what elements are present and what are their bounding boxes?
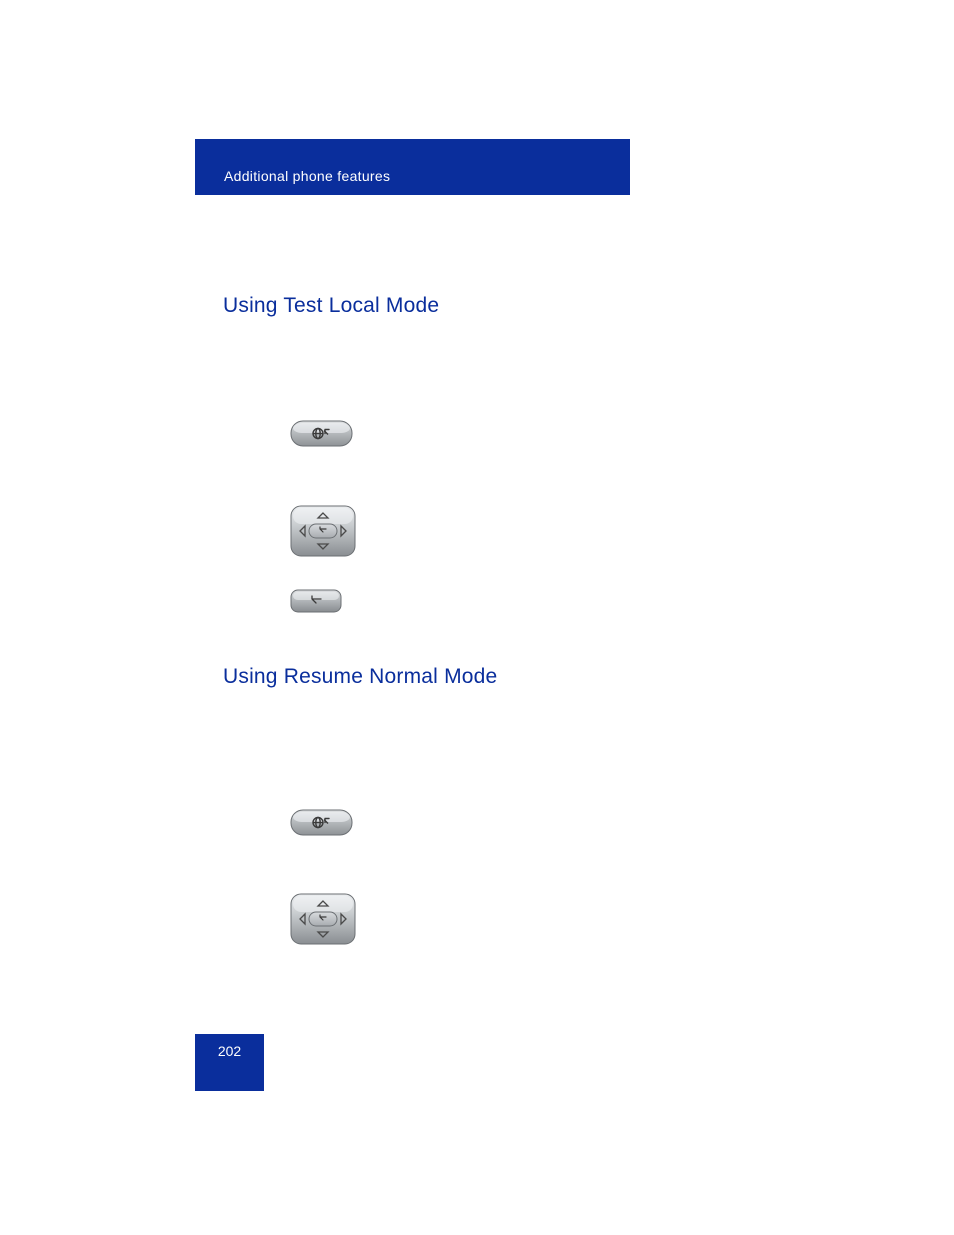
- enter-key-icon: [290, 589, 342, 613]
- navigation-key-icon: [290, 893, 356, 945]
- document-page: Additional phone features Using Test Loc…: [0, 0, 954, 1235]
- services-key-icon: [290, 420, 353, 447]
- page-number-box: 202: [195, 1034, 264, 1091]
- section-heading-resume-normal-mode: Using Resume Normal Mode: [223, 665, 497, 689]
- navigation-key-icon: [290, 505, 356, 557]
- page-number: 202: [218, 1043, 241, 1059]
- header-bar: Additional phone features: [195, 139, 630, 195]
- header-title: Additional phone features: [224, 168, 390, 184]
- services-key-icon: [290, 809, 353, 836]
- section-heading-test-local-mode: Using Test Local Mode: [223, 294, 439, 318]
